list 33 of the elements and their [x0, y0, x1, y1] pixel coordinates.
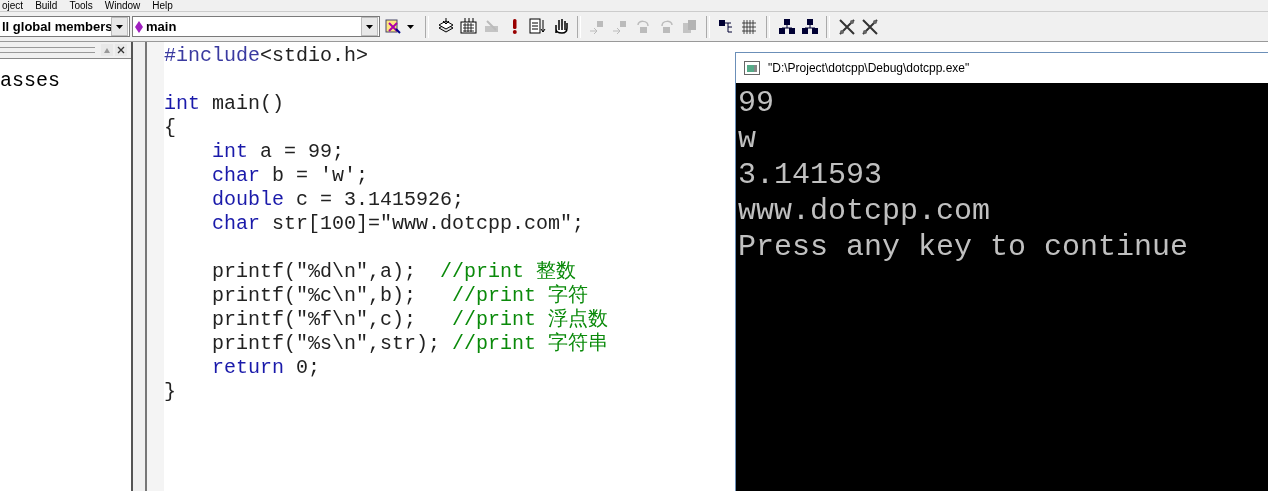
- code-line: }: [164, 380, 176, 404]
- code-line: char str[100]="www.dotcpp.com";: [212, 212, 585, 236]
- console-output-line: Press any key to continue: [738, 229, 1189, 265]
- code-line: int a = 99;: [212, 140, 345, 164]
- console-output-line: 99: [738, 85, 774, 121]
- console-app-icon: [744, 61, 760, 75]
- code-line: {: [164, 116, 176, 140]
- splitter-bar[interactable]: [133, 42, 147, 491]
- menu-item[interactable]: oject: [2, 1, 24, 11]
- dropdown-arrow-icon[interactable]: [407, 24, 414, 29]
- window-title: "D:\Project\dotcpp\Debug\dotcpp.exe": [768, 61, 970, 75]
- code-line: int main(): [164, 91, 285, 116]
- code-line: printf("%d\n",a); //print 整数: [212, 259, 577, 284]
- function-dropdown[interactable]: main: [132, 16, 380, 37]
- code-line: printf("%s\n",str); //print 字符串: [212, 332, 609, 356]
- menu-item[interactable]: Help: [152, 1, 173, 11]
- code-line: #include<stdio.h>: [164, 44, 369, 68]
- console-output-line: 3.141593: [738, 157, 883, 193]
- menu-item[interactable]: Build: [35, 1, 58, 11]
- menu-item[interactable]: Window: [104, 1, 141, 11]
- code-line: double c = 3.1415926;: [212, 188, 465, 212]
- tree-item[interactable]: asses: [0, 69, 60, 92]
- code-line: return 0;: [212, 356, 321, 380]
- diamond-icon: [135, 20, 143, 33]
- menu-item[interactable]: Tools: [69, 1, 93, 11]
- code-line: char b = 'w';: [212, 164, 369, 188]
- code-line: printf("%c\n",b); //print 字符: [212, 284, 589, 308]
- dropdown-arrow-icon[interactable]: [366, 24, 373, 29]
- console-output-line: www.dotcpp.com: [738, 193, 991, 229]
- dropdown-arrow-icon[interactable]: [116, 24, 123, 29]
- code-line: printf("%f\n",c); //print 浮点数: [212, 308, 609, 332]
- close-icon[interactable]: [115, 44, 127, 56]
- console-output-line: w: [738, 121, 756, 157]
